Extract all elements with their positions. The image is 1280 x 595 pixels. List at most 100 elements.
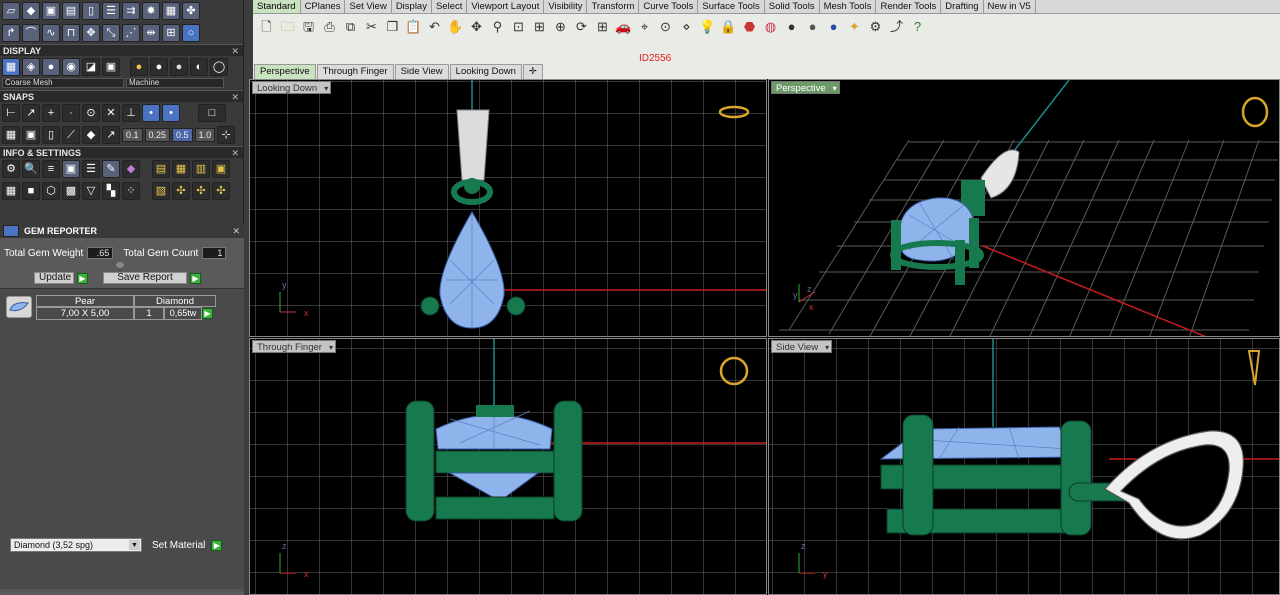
grid-dots-icon[interactable]: ⁘ [122, 182, 140, 200]
machine-select[interactable]: Machine [126, 78, 224, 88]
lock-icon[interactable]: 🔒 [719, 17, 738, 36]
snap-page-icon[interactable]: ▯ [42, 126, 60, 144]
cube-solid-icon[interactable]: ▩ [62, 182, 80, 200]
material-tool-icon[interactable]: ▦ [172, 160, 190, 178]
tab-looking-down[interactable]: Looking Down [449, 64, 522, 79]
checker-icon[interactable]: ▚ [102, 182, 120, 200]
new-file-icon[interactable]: 🗋 [257, 17, 276, 36]
tab-cplanes[interactable]: CPlanes [301, 0, 346, 13]
tab-visibility[interactable]: Visibility [544, 0, 588, 13]
settings-gear-icon[interactable]: ⚙ [2, 160, 20, 178]
list-info-icon[interactable]: ☰ [82, 160, 100, 178]
snap-line-icon[interactable]: ⟋ [62, 126, 80, 144]
align-tool-icon[interactable]: ⊞ [162, 24, 180, 42]
cube-info-icon[interactable]: ◆ [122, 160, 140, 178]
tab-through-finger[interactable]: Through Finger [316, 64, 394, 79]
gear-icon[interactable]: ⚙ [866, 17, 885, 36]
grid-info-icon[interactable]: ▦ [2, 182, 20, 200]
curve-tool-icon[interactable]: ↱ [2, 24, 20, 42]
select-icon[interactable]: ⊙ [656, 17, 675, 36]
copy-icon[interactable]: ❐ [383, 17, 402, 36]
rotate-view-icon[interactable]: ⟳ [572, 17, 591, 36]
snap-quad-icon[interactable]: • [162, 104, 180, 122]
zoom-window-icon[interactable]: ⊡ [509, 17, 528, 36]
material-select[interactable]: Diamond (3,52 spg) ▼ [10, 538, 142, 552]
render-tool-icon[interactable]: ▤ [152, 160, 170, 178]
pointer-icon[interactable]: ⤴ [887, 17, 906, 36]
snap-point-icon[interactable]: + [42, 104, 60, 122]
wireframe-mode-icon[interactable]: ▦ [2, 58, 20, 76]
four-view-icon[interactable]: ⊞ [593, 17, 612, 36]
xray-mode-icon[interactable]: ◪ [82, 58, 100, 76]
circle-tool-icon[interactable]: ○ [182, 24, 200, 42]
shaded-mode-icon[interactable]: ● [42, 58, 60, 76]
square-info-icon[interactable]: ■ [22, 182, 40, 200]
tab-transform[interactable]: Transform [587, 0, 640, 13]
snap-diamond-icon[interactable]: ◆ [82, 126, 100, 144]
bulb-icon[interactable]: 💡 [698, 17, 717, 36]
tab-drafting[interactable]: Drafting [941, 0, 984, 13]
list-tool-icon[interactable]: ☰ [102, 2, 120, 20]
snap-cross-icon[interactable]: ⊹ [217, 126, 236, 144]
snap-mid-icon[interactable]: · [62, 104, 80, 122]
update-button[interactable]: Update [34, 272, 74, 284]
layer-icon[interactable]: ⬣ [740, 17, 759, 36]
zoom-extents-icon[interactable]: ⊞ [530, 17, 549, 36]
snap-value[interactable]: 1.0 [194, 128, 216, 142]
snap-int-icon[interactable]: ✕ [102, 104, 120, 122]
box-info-icon[interactable]: ▣ [62, 160, 80, 178]
funnel-icon[interactable]: ▽ [82, 182, 100, 200]
zoom-icon[interactable]: ⚲ [488, 17, 507, 36]
pan-hand-icon[interactable]: ✋ [446, 17, 465, 36]
technical-mode-icon[interactable]: ▣ [102, 58, 120, 76]
snap-near-icon[interactable]: ↗ [22, 104, 40, 122]
help-icon[interactable]: ? [908, 17, 927, 36]
flow-tool-icon[interactable]: ⇉ [122, 2, 140, 20]
snap-layer-icon[interactable]: ▦ [2, 126, 20, 144]
viewport-label[interactable]: Looking Down [252, 81, 332, 95]
tab-solid-tools[interactable]: Solid Tools [765, 0, 820, 13]
tab-perspective[interactable]: Perspective [254, 64, 316, 79]
scale-tool-icon[interactable]: ⤡ [102, 24, 120, 42]
paste-icon[interactable]: 📋 [404, 17, 423, 36]
gem-tool-icon[interactable]: ◆ [22, 2, 40, 20]
car-icon[interactable]: 🚗 [614, 17, 633, 36]
mirror-tool-icon[interactable]: ⇹ [142, 24, 160, 42]
snap-center-icon[interactable]: ⊙ [82, 104, 100, 122]
molecule-tool-icon[interactable]: ✤ [182, 2, 200, 20]
zoom-selected-icon[interactable]: ⊕ [551, 17, 570, 36]
scene-tool-icon[interactable]: ▥ [192, 160, 210, 178]
snap-grid-icon[interactable]: □ [198, 104, 226, 122]
cube-wire-icon[interactable]: ⬡ [42, 182, 60, 200]
rendered-mode-icon[interactable]: ◉ [62, 58, 80, 76]
grid-tool-icon[interactable]: ▦ [162, 2, 180, 20]
tab-curve-tools[interactable]: Curve Tools [639, 0, 699, 13]
measure-tool-icon[interactable]: ✣ [172, 182, 190, 200]
tab-new-in-v5[interactable]: New in V5 [984, 0, 1036, 13]
snap-end-icon[interactable]: ⊢ [2, 104, 20, 122]
viewport-looking-down[interactable]: y x Looking Down [249, 79, 767, 337]
snap-value-active[interactable]: 0.5 [172, 128, 193, 142]
tab-surface-tools[interactable]: Surface Tools [698, 0, 765, 13]
move-tool-icon[interactable]: ✥ [82, 24, 100, 42]
camera-tool-icon[interactable]: ▣ [212, 160, 230, 178]
tab-viewport-layout[interactable]: Viewport Layout [467, 0, 545, 13]
viewport-label[interactable]: Through Finger [252, 340, 336, 354]
stack-tool-icon[interactable]: ≡ [42, 160, 60, 178]
close-icon[interactable]: ✕ [231, 45, 239, 57]
color-wheel-icon[interactable]: ◍ [761, 17, 780, 36]
sphere-render-icon[interactable]: ● [803, 17, 822, 36]
tab-side-view[interactable]: Side View [394, 64, 449, 79]
shape-tool-icon[interactable]: ▱ [2, 2, 20, 20]
mesh-select[interactable]: Coarse Mesh [2, 78, 124, 88]
move-view-icon[interactable]: ✥ [467, 17, 486, 36]
cut-icon[interactable]: ✂ [362, 17, 381, 36]
set-material-go-icon[interactable]: ▶ [211, 539, 223, 551]
sphere-material-icon[interactable]: ◯ [210, 58, 228, 76]
silver-material-icon[interactable]: ● [150, 58, 168, 76]
save-icon[interactable]: 🖫 [299, 17, 318, 36]
gold-material-icon[interactable]: ● [130, 58, 148, 76]
metal-material-icon[interactable]: ◐ [190, 58, 208, 76]
close-icon[interactable]: ✕ [232, 224, 240, 238]
undo-icon[interactable]: ↶ [425, 17, 444, 36]
